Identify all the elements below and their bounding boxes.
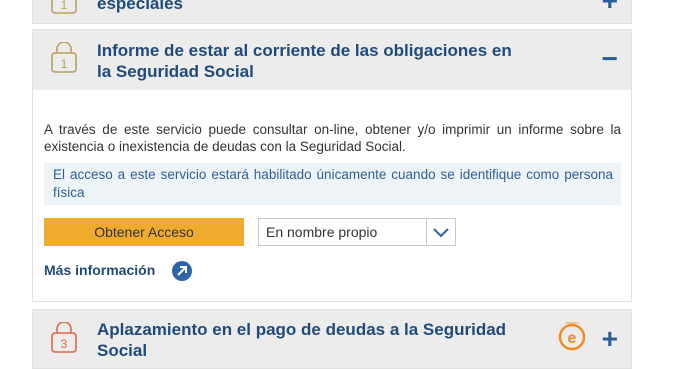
chevron-down-icon[interactable] xyxy=(426,219,455,245)
section-title-line1: Informe de estar al corriente de las obl… xyxy=(97,41,512,60)
section-title[interactable]: especiales xyxy=(97,0,183,14)
section-informe-corriente: 1 Informe de estar al corriente de las o… xyxy=(32,29,632,302)
section-header[interactable]: 1 Informe de estar al corriente de las o… xyxy=(33,30,631,90)
section-title-line1: Aplazamiento en el pago de deudas a la S… xyxy=(97,320,507,339)
section-aplazamiento[interactable]: 3 Aplazamiento en el pago de deudas a la… xyxy=(32,309,632,369)
section-especiales[interactable]: 1 especiales + xyxy=(32,0,632,24)
expand-icon[interactable]: + xyxy=(602,325,618,353)
mas-informacion-link[interactable]: Más información xyxy=(44,262,155,278)
service-description: A través de este servicio puede consulta… xyxy=(44,122,621,154)
section-title[interactable]: Aplazamiento en el pago de deudas a la S… xyxy=(97,319,506,361)
expand-icon[interactable]: + xyxy=(602,0,618,15)
svg-text:1: 1 xyxy=(61,0,68,12)
select-value: En nombre propio xyxy=(266,224,378,240)
external-link-icon[interactable] xyxy=(172,261,192,281)
svg-text:registro: registro xyxy=(565,320,579,325)
lock-icon: 1 xyxy=(51,0,77,14)
section-title-line2: la Seguridad Social xyxy=(97,62,254,81)
svg-text:e: e xyxy=(568,330,577,347)
obtener-acceso-button[interactable]: Obtener Acceso xyxy=(44,218,244,246)
section-title[interactable]: Informe de estar al corriente de las obl… xyxy=(97,40,512,82)
access-notice: El acceso a este servicio estará habilit… xyxy=(44,163,621,205)
access-mode-select[interactable]: En nombre propio xyxy=(258,218,456,246)
collapse-icon[interactable]: − xyxy=(602,45,618,73)
svg-text:1: 1 xyxy=(61,57,68,71)
registro-electronico-logo-icon: e registro xyxy=(558,320,586,351)
lock-icon: 3 xyxy=(51,322,77,353)
svg-text:3: 3 xyxy=(61,337,68,351)
lock-icon: 1 xyxy=(51,42,77,73)
